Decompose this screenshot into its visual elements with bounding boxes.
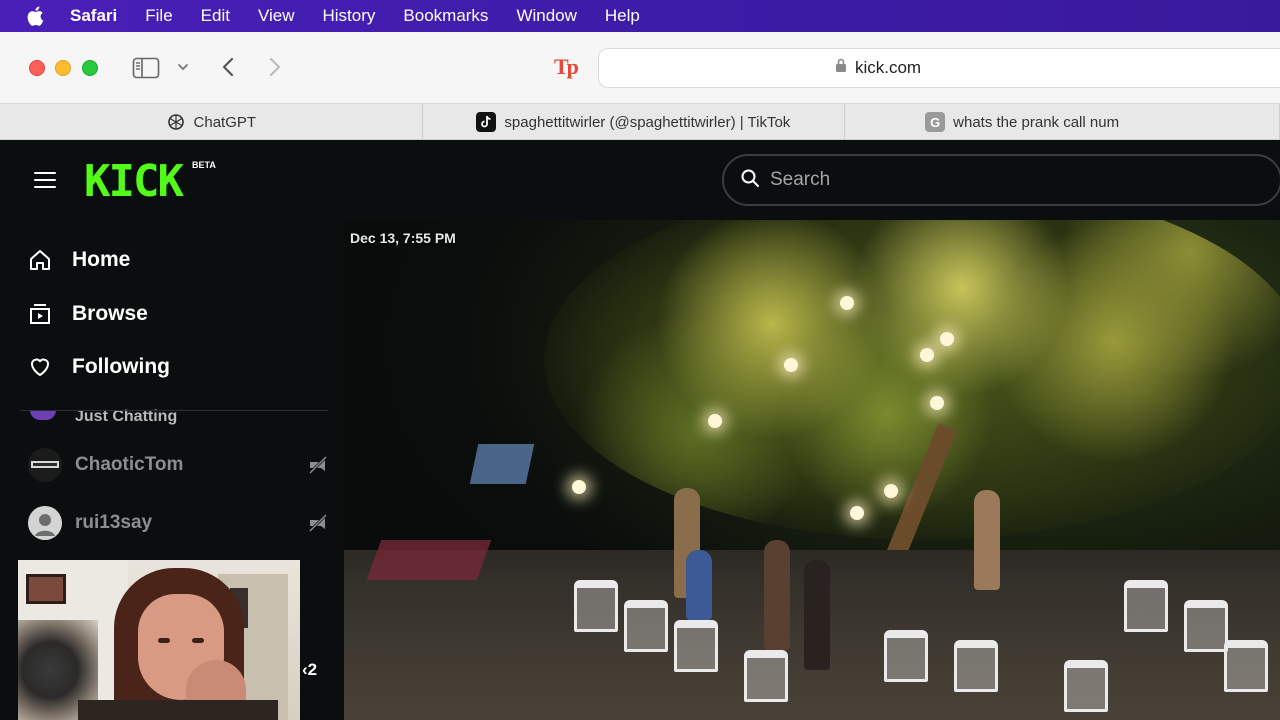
menu-history[interactable]: History: [323, 6, 376, 26]
nav-home[interactable]: Home: [28, 248, 130, 272]
nav-home-label: Home: [72, 248, 131, 271]
tab-bar: ChatGPT spaghettitwirler (@spaghettitwir…: [0, 104, 1280, 140]
kick-logo[interactable]: KICK: [84, 160, 184, 204]
menu-edit[interactable]: Edit: [201, 6, 230, 26]
search-input[interactable]: [770, 169, 1250, 191]
menu-bar: Safari File Edit View History Bookmarks …: [0, 0, 1280, 32]
offline-icon: [308, 513, 328, 533]
nav-browse-label: Browse: [72, 302, 148, 325]
tab-tiktok[interactable]: spaghettitwirler (@spaghettitwirler) | T…: [423, 104, 846, 140]
menu-view[interactable]: View: [258, 6, 295, 26]
offline-icon: [308, 455, 328, 475]
category-avatar: [30, 410, 56, 420]
safari-toolbar: Tp kick.com: [0, 32, 1280, 104]
chevron-down-icon[interactable]: [175, 59, 191, 75]
tiktok-icon: [476, 112, 497, 132]
menu-bookmarks[interactable]: Bookmarks: [403, 6, 488, 26]
menu-file[interactable]: File: [145, 6, 172, 26]
nav-following-label: Following: [72, 355, 170, 378]
hamburger-menu-icon[interactable]: [34, 172, 56, 190]
video-timestamp: Dec 13, 7:55 PM: [350, 230, 456, 246]
tab-google-search[interactable]: G whats the prank call num: [845, 104, 1280, 140]
followed-channel[interactable]: ChaoticTom: [28, 447, 328, 483]
search-bar[interactable]: [722, 154, 1280, 206]
extension-tp-icon[interactable]: Tp: [554, 54, 579, 80]
search-icon: [740, 168, 760, 193]
apple-icon[interactable]: [0, 6, 70, 26]
channel-avatar: [28, 448, 62, 482]
video-player[interactable]: Dec 13, 7:55 PM: [344, 220, 1280, 720]
nav-browse[interactable]: Browse: [28, 302, 148, 326]
followed-channel[interactable]: rui13say: [28, 505, 328, 541]
back-button[interactable]: [218, 55, 238, 79]
kick-header: KICK BETA: [0, 140, 1280, 220]
menu-help[interactable]: Help: [605, 6, 640, 26]
menu-app-safari[interactable]: Safari: [70, 6, 117, 26]
channel-avatar: [28, 506, 62, 540]
url-text: kick.com: [854, 58, 922, 77]
tab-title: spaghettitwirler (@spaghettitwirler) | T…: [504, 113, 791, 131]
channel-name: rui13say: [75, 512, 153, 533]
webcam-overlay: [18, 560, 300, 720]
channel-name: ChaoticTom: [75, 454, 184, 475]
sidebar-toggle-icon[interactable]: [132, 57, 160, 79]
beta-badge: BETA: [192, 160, 216, 170]
zoom-window-button[interactable]: [82, 60, 98, 76]
chatgpt-icon: [166, 112, 186, 132]
tab-chatgpt[interactable]: ChatGPT: [0, 104, 423, 140]
menu-window[interactable]: Window: [516, 6, 576, 26]
tab-title: whats the prank call num: [953, 113, 1120, 131]
browse-icon: [28, 302, 52, 326]
sidebar-divider: [20, 410, 328, 411]
kick-page: KICK BETA Home Browse Following: [0, 140, 1280, 720]
nav-following[interactable]: Following: [28, 355, 170, 379]
partial-text: ‹2: [302, 660, 318, 679]
minimize-window-button[interactable]: [55, 60, 71, 76]
google-icon: G: [925, 112, 946, 132]
forward-button[interactable]: [265, 55, 285, 79]
lock-icon: [835, 58, 847, 78]
heart-icon: [28, 355, 52, 379]
address-bar[interactable]: kick.com: [598, 48, 1280, 88]
close-window-button[interactable]: [29, 60, 45, 76]
tab-title: ChatGPT: [193, 113, 257, 131]
home-icon: [28, 248, 52, 272]
